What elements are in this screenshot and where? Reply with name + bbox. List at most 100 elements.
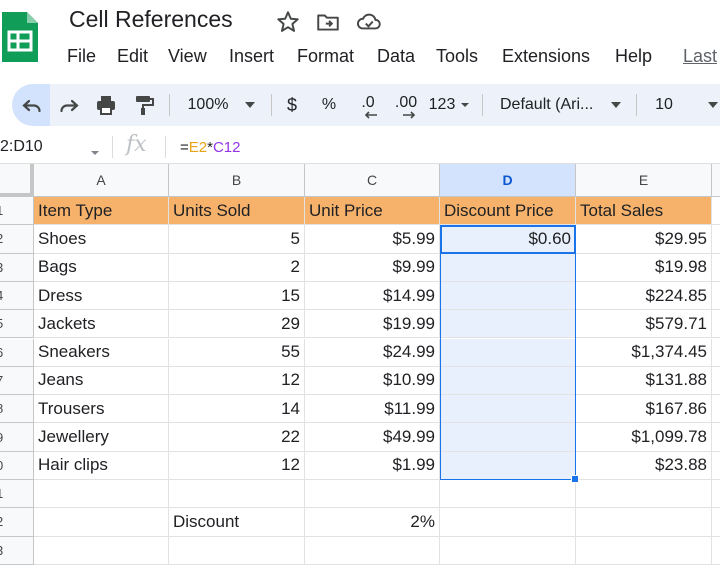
menu-view[interactable]: View bbox=[168, 46, 207, 67]
table-cell[interactable]: Jeans bbox=[34, 366, 169, 396]
table-cell[interactable]: $579.71 bbox=[576, 310, 712, 339]
cloud-status-icon[interactable] bbox=[355, 9, 381, 35]
empty-cell[interactable] bbox=[712, 537, 720, 565]
currency-format-button[interactable]: $ bbox=[282, 84, 302, 126]
table-cell[interactable]: 14 bbox=[169, 395, 305, 424]
table-cell[interactable]: $49.99 bbox=[305, 423, 440, 452]
menu-help[interactable]: Help bbox=[615, 46, 652, 67]
column-header-e[interactable]: E bbox=[576, 164, 712, 197]
row-header[interactable]: 5 bbox=[0, 310, 34, 339]
empty-cell[interactable] bbox=[712, 452, 720, 480]
table-cell[interactable]: 22 bbox=[169, 423, 305, 452]
empty-cell[interactable] bbox=[440, 536, 576, 565]
header-cell[interactable]: Discount Price bbox=[440, 197, 576, 226]
table-cell[interactable] bbox=[440, 395, 576, 424]
more-formats-caret-icon[interactable] bbox=[458, 84, 472, 126]
empty-cell[interactable] bbox=[440, 508, 576, 537]
table-cell[interactable]: Dress bbox=[34, 281, 169, 311]
row-header[interactable]: 2 bbox=[0, 225, 34, 254]
row-header[interactable]: 0 bbox=[0, 451, 34, 480]
empty-cell[interactable] bbox=[169, 480, 305, 509]
table-cell[interactable]: Trousers bbox=[34, 395, 169, 424]
empty-cell[interactable] bbox=[169, 536, 305, 565]
last-edit-link[interactable]: Last bbox=[683, 46, 717, 67]
table-cell[interactable]: Hair clips bbox=[34, 451, 169, 480]
table-cell[interactable]: $9.99 bbox=[305, 253, 440, 282]
name-box[interactable]: 2:D10 bbox=[0, 138, 43, 156]
empty-cell[interactable] bbox=[712, 423, 720, 452]
menu-data[interactable]: Data bbox=[377, 46, 415, 67]
row-header[interactable]: 1 bbox=[0, 197, 34, 226]
table-cell[interactable] bbox=[440, 338, 576, 367]
empty-cell[interactable] bbox=[440, 480, 576, 509]
table-cell[interactable]: $1.99 bbox=[305, 451, 440, 480]
header-cell[interactable]: Units Sold bbox=[169, 197, 305, 226]
table-cell[interactable]: $224.85 bbox=[576, 281, 712, 311]
table-cell[interactable]: 12 bbox=[169, 366, 305, 396]
empty-cell[interactable] bbox=[305, 536, 440, 565]
table-cell[interactable]: 5 bbox=[169, 225, 305, 254]
fill-handle[interactable] bbox=[571, 475, 579, 483]
select-all-corner[interactable] bbox=[0, 164, 34, 197]
menu-insert[interactable]: Insert bbox=[229, 46, 274, 67]
font-caret-icon[interactable] bbox=[608, 84, 624, 126]
document-title[interactable]: Cell References bbox=[69, 6, 233, 33]
empty-cell[interactable] bbox=[576, 480, 712, 509]
table-cell[interactable]: $10.99 bbox=[305, 366, 440, 396]
row-header[interactable]: 8 bbox=[0, 395, 34, 424]
empty-cell[interactable] bbox=[305, 480, 440, 509]
empty-cell[interactable] bbox=[712, 254, 720, 282]
print-icon[interactable] bbox=[90, 84, 122, 126]
column-header-b[interactable]: B bbox=[169, 164, 305, 197]
row-header[interactable]: 1 bbox=[0, 480, 34, 509]
increase-decimal-button[interactable]: .00 bbox=[390, 84, 422, 126]
table-cell[interactable]: $23.88 bbox=[576, 451, 712, 480]
redo-icon[interactable] bbox=[53, 84, 85, 126]
header-cell[interactable]: Unit Price bbox=[305, 197, 440, 226]
font-size-select[interactable]: 10 bbox=[652, 84, 676, 126]
empty-cell[interactable] bbox=[712, 282, 720, 311]
name-box-caret-icon[interactable] bbox=[90, 143, 100, 161]
table-cell[interactable]: 15 bbox=[169, 281, 305, 311]
row-header[interactable]: 2 bbox=[0, 508, 34, 537]
more-formats-button[interactable]: 123 bbox=[426, 84, 458, 126]
empty-cell[interactable] bbox=[34, 508, 169, 537]
empty-cell[interactable] bbox=[712, 225, 720, 254]
empty-cell[interactable] bbox=[576, 536, 712, 565]
column-header-a[interactable]: A bbox=[34, 164, 169, 197]
table-cell[interactable]: $29.95 bbox=[576, 225, 712, 254]
table-cell[interactable]: $19.98 bbox=[576, 253, 712, 282]
table-cell[interactable]: $1,099.78 bbox=[576, 423, 712, 452]
zoom-caret-icon[interactable] bbox=[240, 84, 260, 126]
paint-format-icon[interactable] bbox=[128, 84, 160, 126]
undo-icon[interactable] bbox=[16, 84, 48, 126]
empty-cell[interactable] bbox=[712, 395, 720, 424]
table-cell[interactable] bbox=[440, 281, 576, 311]
table-cell[interactable]: Jackets bbox=[34, 310, 169, 339]
font-family-select[interactable]: Default (Ari... bbox=[500, 84, 600, 126]
row-header[interactable]: 3 bbox=[0, 253, 34, 282]
table-cell[interactable]: Shoes bbox=[34, 225, 169, 254]
empty-cell[interactable] bbox=[34, 536, 169, 565]
move-folder-icon[interactable] bbox=[315, 9, 341, 35]
zoom-select[interactable]: 100% bbox=[182, 84, 234, 126]
menu-extensions[interactable]: Extensions bbox=[502, 46, 590, 67]
table-cell[interactable] bbox=[440, 253, 576, 282]
sheets-logo-icon[interactable] bbox=[2, 12, 38, 62]
table-cell[interactable]: 55 bbox=[169, 338, 305, 367]
empty-cell[interactable] bbox=[712, 310, 720, 339]
menu-format[interactable]: Format bbox=[297, 46, 354, 67]
table-cell[interactable] bbox=[440, 366, 576, 396]
header-cell[interactable]: Item Type bbox=[34, 197, 169, 226]
row-header[interactable]: 7 bbox=[0, 366, 34, 396]
table-cell[interactable] bbox=[440, 423, 576, 452]
empty-cell[interactable] bbox=[712, 480, 720, 509]
header-cell[interactable]: Total Sales bbox=[576, 197, 712, 226]
table-cell[interactable]: 29 bbox=[169, 310, 305, 339]
table-cell[interactable]: $14.99 bbox=[305, 281, 440, 311]
row-header[interactable]: 4 bbox=[0, 281, 34, 311]
empty-cell[interactable] bbox=[712, 367, 720, 396]
empty-cell[interactable] bbox=[712, 339, 720, 367]
table-cell[interactable]: $131.88 bbox=[576, 366, 712, 396]
table-cell[interactable]: Jewellery bbox=[34, 423, 169, 452]
